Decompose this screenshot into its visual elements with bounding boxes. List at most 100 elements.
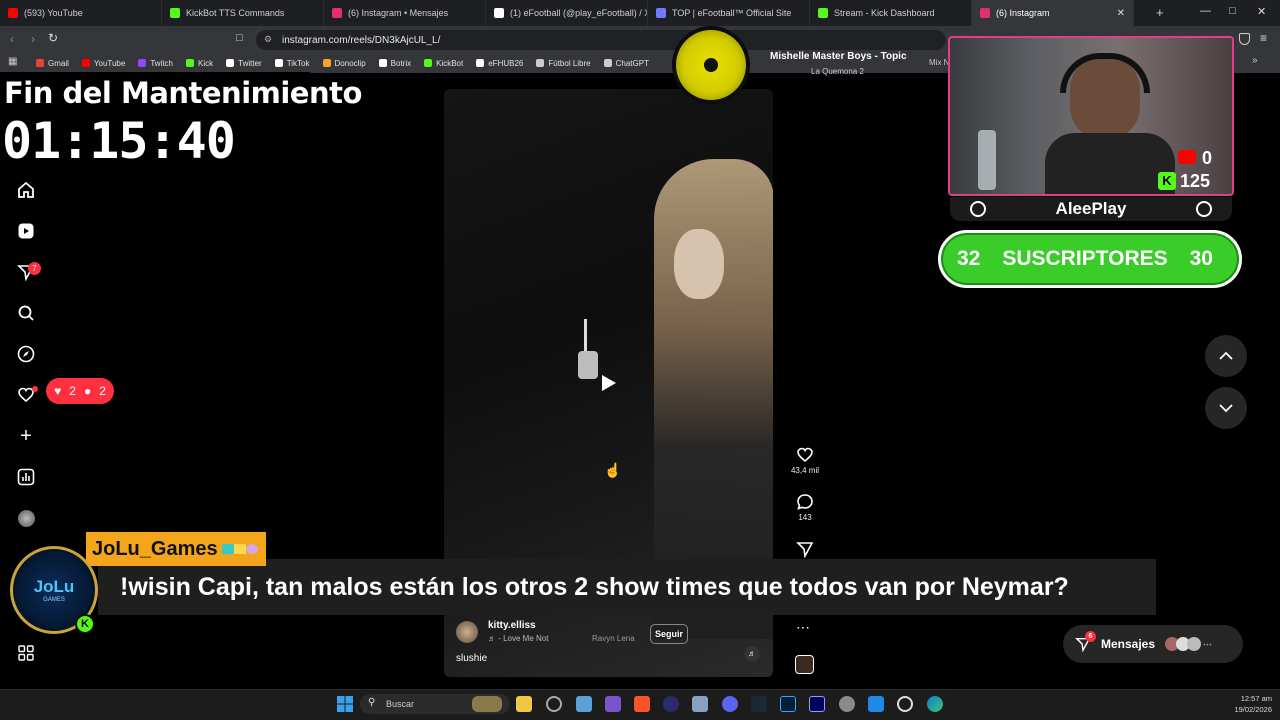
app-icon[interactable] bbox=[868, 696, 884, 712]
audio-track[interactable]: ♬ - Love Me Not bbox=[488, 634, 548, 643]
play-icon[interactable] bbox=[598, 373, 618, 393]
share-action[interactable] bbox=[788, 540, 822, 560]
browser-tab[interactable]: (1) eFootball (@play_eFootball) / X bbox=[486, 0, 648, 26]
close-tab-icon[interactable]: ✕ bbox=[1117, 8, 1125, 19]
browser-tab[interactable]: TOP | eFootball™ Official Site bbox=[648, 0, 810, 26]
profile-avatar[interactable] bbox=[17, 509, 35, 527]
bookmark-item[interactable]: Fútbol Libre bbox=[536, 59, 591, 68]
audio-thumbnail[interactable] bbox=[795, 655, 814, 674]
like-heart-icon[interactable] bbox=[796, 446, 814, 464]
bookmarks-list: Gmail YouTube Twitch Kick Twitter TikTok Donoc… bbox=[36, 59, 662, 68]
browser-tab[interactable]: Stream - Kick Dashboard bbox=[810, 0, 972, 26]
app-icon[interactable] bbox=[692, 696, 708, 712]
bookmark-label: Twitch bbox=[150, 58, 173, 68]
reload-icon[interactable]: ↻ bbox=[48, 31, 58, 45]
app-icon[interactable] bbox=[605, 696, 621, 712]
app-icon[interactable] bbox=[576, 696, 592, 712]
more-options-icon[interactable]: ⋯ bbox=[796, 619, 810, 636]
browser-tab[interactable]: (6) Instagram ✕ bbox=[972, 0, 1134, 26]
new-tab-button[interactable]: + bbox=[1156, 5, 1164, 20]
reels-icon[interactable] bbox=[17, 222, 35, 240]
minimize-button[interactable]: — bbox=[1200, 5, 1211, 17]
premiere-icon[interactable] bbox=[809, 696, 825, 712]
share-icon[interactable] bbox=[796, 540, 814, 559]
windows-start-icon[interactable] bbox=[337, 696, 353, 712]
music-subtitle: La Quemona 2 bbox=[811, 67, 864, 76]
bookmark-item[interactable]: KickBot bbox=[424, 59, 463, 68]
bookmark-item[interactable]: Donoclip bbox=[322, 59, 366, 68]
bookmark-icon[interactable]: □ bbox=[236, 32, 243, 44]
author-avatar[interactable] bbox=[456, 621, 478, 643]
apps-icon[interactable]: ▦ bbox=[8, 56, 17, 67]
bookmark-label: Gmail bbox=[48, 58, 69, 68]
more-apps-icon[interactable] bbox=[17, 644, 35, 662]
steam-icon[interactable] bbox=[751, 696, 767, 712]
maximize-button[interactable]: □ bbox=[1229, 5, 1236, 17]
follow-button[interactable]: Seguir bbox=[650, 624, 689, 644]
create-icon[interactable]: + bbox=[17, 425, 35, 447]
tab-favicon-icon bbox=[980, 8, 990, 18]
home-icon[interactable] bbox=[17, 181, 35, 199]
audio-artist[interactable]: Ravyn Lena bbox=[592, 634, 635, 643]
bookmark-item[interactable]: YouTube bbox=[81, 59, 125, 68]
chevron-up-icon bbox=[1219, 351, 1233, 360]
bookmark-item[interactable]: TikTok bbox=[274, 59, 310, 68]
tab-label: KickBot TTS Commands bbox=[186, 8, 285, 18]
search-highlight-icon bbox=[472, 696, 502, 712]
bookmark-item[interactable]: Kick bbox=[186, 59, 213, 68]
bookmark-favicon-icon bbox=[226, 59, 235, 67]
explore-icon[interactable] bbox=[17, 345, 35, 363]
edge-icon[interactable] bbox=[927, 696, 943, 712]
browser-tab[interactable]: (593) YouTube bbox=[0, 0, 162, 26]
system-clock[interactable]: 12:57 am 19/02/2026 bbox=[1212, 693, 1272, 715]
bookmark-favicon-icon bbox=[322, 59, 331, 67]
bookmark-favicon-icon bbox=[274, 59, 283, 67]
bookmark-item[interactable]: Gmail bbox=[36, 59, 69, 68]
headphones bbox=[1060, 53, 1150, 93]
forward-icon[interactable]: › bbox=[31, 32, 35, 46]
chat-avatar-text: JoLu bbox=[33, 577, 75, 596]
close-window-button[interactable]: ✕ bbox=[1257, 5, 1266, 18]
taskbar-search[interactable]: ⚲ Buscar bbox=[360, 694, 510, 714]
author-username[interactable]: kitty.elliss bbox=[488, 620, 536, 631]
app-icon[interactable] bbox=[546, 696, 562, 712]
browser-tab[interactable]: (6) Instagram • Mensajes bbox=[324, 0, 486, 26]
dashboard-icon[interactable] bbox=[17, 468, 35, 486]
volume-icon[interactable]: ♬ bbox=[744, 646, 760, 662]
kick-count: 125 bbox=[1180, 171, 1211, 191]
comment-icon[interactable] bbox=[796, 493, 814, 511]
app-icon[interactable] bbox=[663, 696, 679, 712]
next-reel-button[interactable] bbox=[1205, 387, 1247, 429]
bookmark-item[interactable]: ChatGPT bbox=[603, 59, 649, 68]
menu-icon[interactable]: ≡ bbox=[1260, 31, 1267, 45]
notification-dot bbox=[32, 386, 38, 392]
messages-pill[interactable]: 6 Mensajes ⋯ bbox=[1063, 625, 1243, 663]
bookmark-item[interactable]: eFHUB26 bbox=[476, 59, 523, 68]
settings-icon[interactable] bbox=[839, 696, 855, 712]
bookmark-item[interactable]: Botrix bbox=[378, 59, 411, 68]
bookmark-item[interactable]: Twitter bbox=[226, 59, 262, 68]
like-count: 43,4 mil bbox=[790, 466, 819, 475]
bookmarks-more-icon[interactable]: » bbox=[1252, 55, 1258, 66]
search-icon[interactable] bbox=[17, 304, 35, 322]
media-player-icon[interactable] bbox=[897, 696, 913, 712]
comment-action[interactable]: 143 bbox=[788, 493, 822, 522]
browser-tab[interactable]: KickBot TTS Commands bbox=[162, 0, 324, 26]
file-explorer-icon[interactable] bbox=[516, 696, 532, 712]
shield-icon[interactable] bbox=[1239, 33, 1250, 45]
like-action[interactable]: 43,4 mil bbox=[788, 446, 822, 475]
previous-reel-button[interactable] bbox=[1205, 335, 1247, 377]
efootball-logo-icon bbox=[970, 201, 986, 217]
tab-favicon-icon bbox=[818, 8, 828, 18]
activity-tooltip: ♥ 2 ● 2 bbox=[46, 378, 114, 404]
bookmark-item[interactable]: Twitch bbox=[138, 59, 173, 68]
timer-value: 01:15:40 bbox=[2, 112, 236, 170]
tab-strip: (593) YouTube KickBot TTS Commands (6) Ins… bbox=[0, 0, 1134, 26]
brave-browser-icon[interactable] bbox=[634, 696, 650, 712]
youtube-count: 0 bbox=[1202, 148, 1213, 168]
site-info-icon[interactable]: ⚙ bbox=[264, 34, 272, 45]
comment-count: 143 bbox=[798, 513, 812, 522]
back-icon[interactable]: ‹ bbox=[10, 32, 14, 46]
photoshop-icon[interactable] bbox=[780, 696, 796, 712]
discord-icon[interactable] bbox=[722, 696, 738, 712]
